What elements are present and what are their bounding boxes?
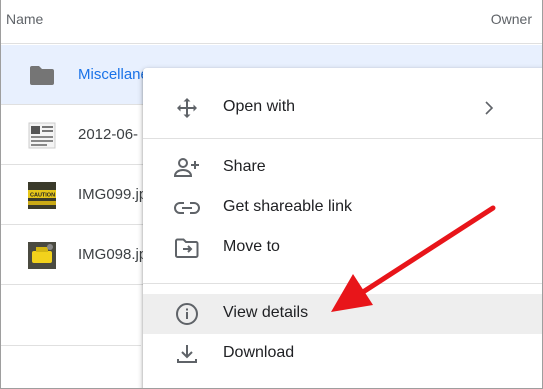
- folder-icon: [30, 66, 54, 85]
- menu-separator: [143, 138, 542, 139]
- menu-item-label: Get shareable link: [223, 198, 352, 215]
- menu-item-label: Download: [223, 344, 295, 361]
- column-header-name[interactable]: Name: [6, 11, 43, 27]
- menu-item-download[interactable]: Download: [143, 334, 542, 374]
- menu-item-label: View details: [223, 304, 309, 321]
- folder-move-icon: [175, 238, 199, 258]
- divider: [1, 345, 141, 346]
- menu-item-label: Open with: [223, 98, 296, 115]
- menu-item-get-link[interactable]: Get shareable link: [143, 188, 542, 228]
- document-thumbnail: [28, 122, 56, 149]
- context-menu: Open with Share Get shareable link Move …: [143, 68, 542, 388]
- link-icon: [174, 202, 200, 214]
- menu-item-label: Share: [223, 158, 266, 175]
- chevron-right-icon: [485, 101, 494, 115]
- menu-item-move-to[interactable]: Move to: [143, 228, 542, 268]
- file-name: 2012-06-: [78, 126, 139, 143]
- svg-text:CAUTION: CAUTION: [30, 193, 55, 199]
- list-header: Name Owner: [1, 0, 542, 44]
- caution-image-thumbnail: CAUTION: [28, 182, 56, 209]
- info-icon: [176, 303, 198, 325]
- move-arrows-icon: [177, 98, 197, 118]
- menu-item-view-details[interactable]: View details: [143, 294, 542, 334]
- add-person-icon: [173, 158, 199, 177]
- menu-item-share[interactable]: Share: [143, 148, 542, 188]
- menu-item-label: Move to: [223, 238, 280, 255]
- drive-file-list-window: Name Owner Miscellaneous 2012-06- CAUTIO…: [0, 0, 543, 389]
- yellow-image-thumbnail: [28, 242, 56, 269]
- download-icon: [177, 345, 197, 363]
- column-header-owner[interactable]: Owner: [491, 11, 532, 27]
- menu-separator: [143, 283, 542, 284]
- menu-item-open-with[interactable]: Open with: [143, 88, 542, 128]
